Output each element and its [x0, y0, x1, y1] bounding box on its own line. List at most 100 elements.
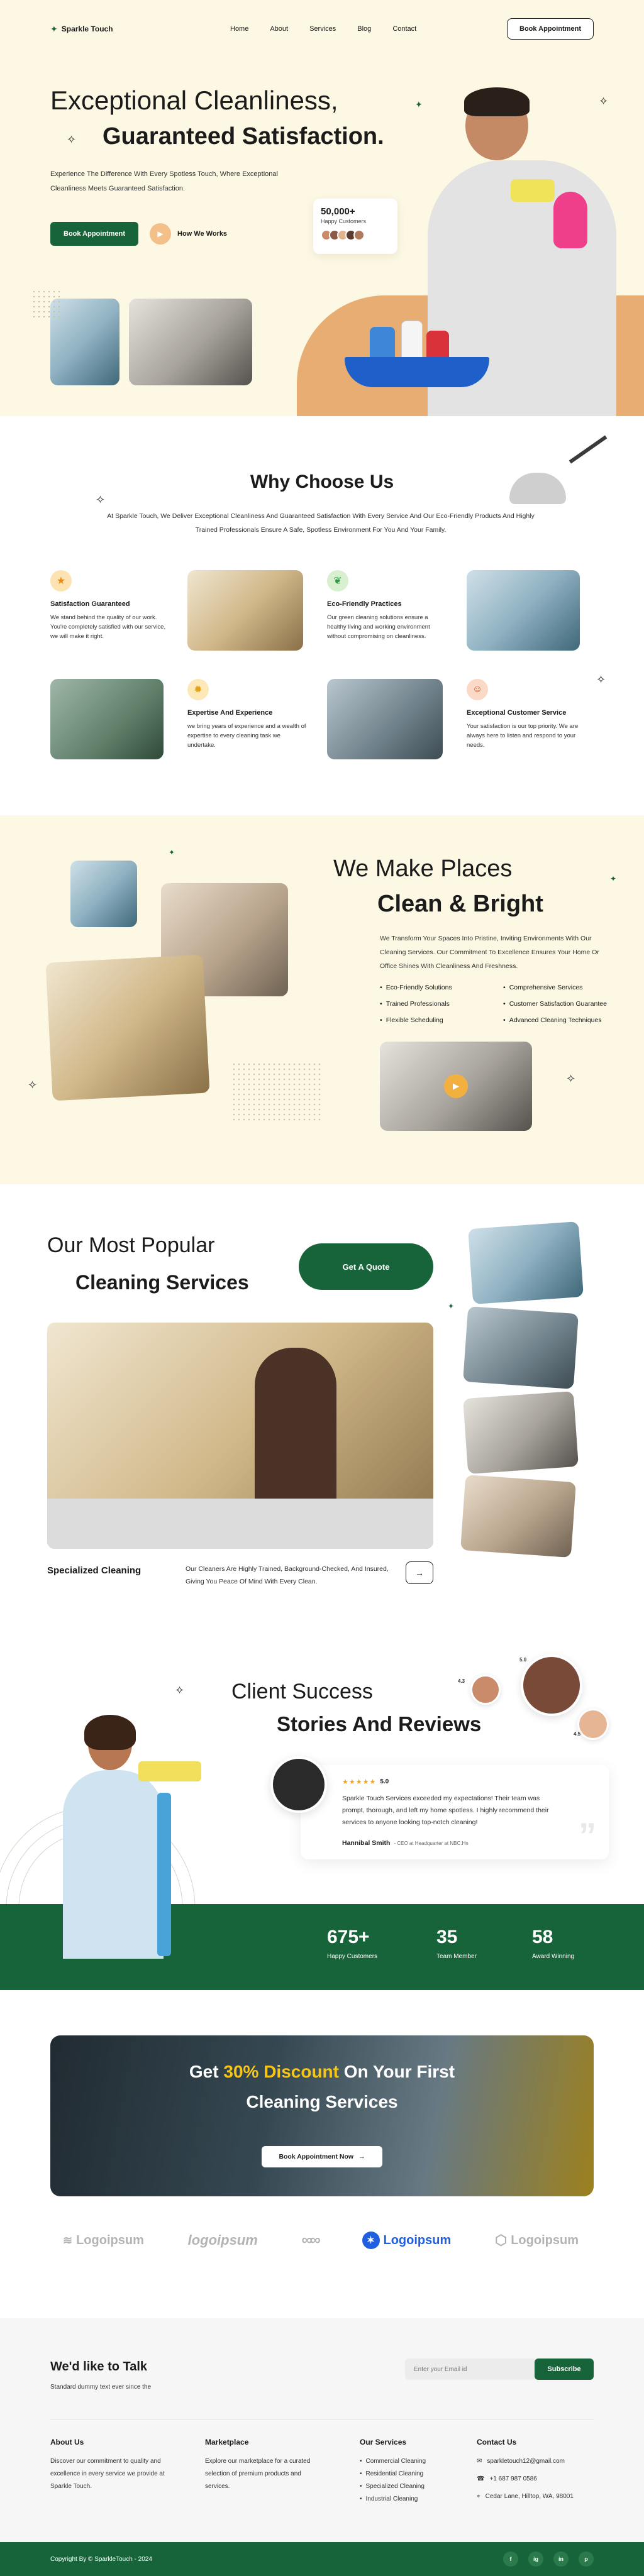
footer-marketplace: Marketplace Explore our marketplace for …	[205, 2438, 318, 2493]
nav-links: Home About Services Blog Contact	[230, 25, 416, 33]
footer-address: Cedar Lane, Hilltop, WA, 98001	[485, 2493, 574, 2500]
why-section: Why Choose Us At Sparkle Touch, We Deliv…	[0, 416, 644, 815]
social-links: f ig in p	[503, 2551, 594, 2567]
spray-bottle-icon	[511, 179, 555, 202]
feature-customer-service: ☺ Exceptional Customer Service Your sati…	[467, 679, 586, 750]
logo-mark-icon: ∞∞	[301, 2232, 321, 2248]
sparkle-deco-icon: ✦	[169, 848, 175, 857]
facebook-icon[interactable]: f	[503, 2551, 518, 2567]
nav-link-blog[interactable]: Blog	[357, 25, 371, 33]
glove-icon	[553, 192, 587, 248]
service-thumb-3[interactable]	[463, 1391, 579, 1474]
clean-title-line1: We Make Places	[333, 856, 513, 882]
nav-link-home[interactable]: Home	[230, 25, 248, 33]
email-input[interactable]	[405, 2359, 535, 2380]
footer-services-list: Commercial Cleaning Residential Cleaning…	[360, 2455, 460, 2506]
footer-service-link[interactable]: Industrial Cleaning	[360, 2493, 460, 2506]
brand-logo[interactable]: ✦ Sparkle Touch	[50, 24, 113, 35]
leaf-icon: ❦	[327, 570, 348, 592]
linkedin-icon[interactable]: in	[553, 2551, 569, 2567]
bullet-item: Comprehensive Services	[503, 984, 631, 991]
feature-photo-2	[467, 570, 580, 651]
reviewer-avatar-2[interactable]	[521, 1654, 582, 1716]
clean-photo-small	[70, 861, 137, 927]
promo-title-line2: Cleaning Services	[246, 2092, 398, 2111]
feature-photo-1	[187, 570, 303, 651]
footer-contact: Contact Us ✉ sparkletouch12@gmail.com ☎ +1…	[477, 2438, 596, 2503]
stat-value: 35	[436, 1927, 458, 1947]
vacuum-handle	[569, 435, 608, 464]
reviewer-avatar-1[interactable]	[470, 1675, 501, 1705]
footer-service-link[interactable]: Commercial Cleaning	[360, 2455, 460, 2468]
logo-mark-icon: ⬡	[495, 2232, 508, 2248]
navbar: ✦ Sparkle Touch Home About Services Blog…	[50, 18, 594, 40]
sparkle-deco-icon: ✦	[448, 1302, 455, 1311]
bullet-item: Advanced Cleaning Techniques	[503, 1016, 631, 1024]
star-rating-icon: ★★★★★	[342, 1778, 377, 1786]
promo-book-button[interactable]: Book Appointment Now →	[262, 2146, 382, 2167]
pinterest-icon[interactable]: p	[579, 2551, 594, 2567]
mail-icon: ✉	[477, 2458, 482, 2465]
footer-service-link[interactable]: Specialized Cleaning	[360, 2480, 460, 2493]
logos-section: ≋ Logoipsum logoipsum ∞∞ ✶ Logoipsum ⬡ L…	[0, 2208, 644, 2318]
logo-text: Logoipsum	[511, 2233, 579, 2247]
footer-about-title: About Us	[50, 2438, 84, 2447]
instagram-icon[interactable]: ig	[528, 2551, 543, 2567]
feature-expertise: ✹ Expertise And Experience we bring year…	[187, 679, 307, 750]
logo-text: Logoipsum	[383, 2233, 452, 2247]
person-body	[63, 1770, 164, 1959]
sparkle-deco-icon: ✧	[28, 1079, 38, 1091]
rating-badge: 4.5	[574, 1731, 581, 1737]
rating-badge: 4.3	[458, 1678, 465, 1684]
review-score: 5.0	[380, 1778, 389, 1785]
feature-text: we bring years of experience and a wealt…	[187, 723, 306, 749]
clean-photo-woman-basket	[45, 954, 210, 1101]
services-title-line1: Our Most Popular	[47, 1233, 215, 1257]
footer-email: sparkletouch12@gmail.com	[487, 2458, 565, 2465]
hero-book-button[interactable]: Book Appointment	[50, 222, 138, 246]
service-thumb-1[interactable]	[468, 1221, 584, 1304]
footer-email-row[interactable]: ✉ sparkletouch12@gmail.com	[477, 2455, 596, 2468]
footer-phone: +1 687 987 0586	[489, 2475, 537, 2482]
reviews-cleaner-illustration	[57, 1715, 220, 1981]
reviews-title-line2: Stories And Reviews	[277, 1712, 482, 1736]
nav-link-about[interactable]: About	[270, 25, 288, 33]
subscribe-button[interactable]: Subscribe	[535, 2359, 594, 2380]
footer-phone-row[interactable]: ☎ +1 687 987 0586	[477, 2473, 596, 2485]
review-author-line: Hannibal Smith - CEO at Headquarter at N…	[342, 1839, 469, 1847]
how-we-works-button[interactable]: ▶ How We Works	[150, 222, 227, 246]
hero-title-line2: Guaranteed Satisfaction.	[103, 123, 384, 150]
review-quote: Sparkle Touch Services exceeded my expec…	[342, 1795, 549, 1826]
why-subtitle: At Sparkle Touch, We Deliver Exceptional…	[107, 512, 535, 534]
nav-link-contact[interactable]: Contact	[392, 25, 416, 33]
bullet-item: Flexible Scheduling	[380, 1016, 503, 1024]
partner-logo: ✶ Logoipsum	[362, 2232, 452, 2249]
feature-photo-3	[50, 679, 164, 759]
service-thumb-2[interactable]	[463, 1306, 579, 1389]
footer-service-link[interactable]: Residential Cleaning	[360, 2468, 460, 2480]
logo-text: Logoipsum	[76, 2233, 144, 2247]
arrow-right-icon: →	[415, 1568, 424, 1578]
play-icon: ▶	[150, 223, 171, 245]
promo-overlay	[50, 2035, 594, 2196]
basket-body	[345, 357, 489, 387]
nav-book-button[interactable]: Book Appointment	[507, 18, 594, 40]
clean-bullets: Eco-Friendly Solutions Comprehensive Ser…	[380, 984, 631, 1024]
services-next-button[interactable]: →	[406, 1561, 433, 1584]
play-icon[interactable]: ▶	[444, 1074, 468, 1098]
feature-text: Your satisfaction is our top priority. W…	[467, 723, 579, 749]
services-featured-title: Specialized Cleaning	[47, 1565, 142, 1576]
get-quote-button[interactable]: Get A Quote	[299, 1243, 433, 1290]
nav-link-services[interactable]: Services	[309, 25, 336, 33]
customers-count: 50,000+	[321, 206, 355, 217]
person-hair	[84, 1715, 136, 1750]
reviewer-avatar-3[interactable]	[577, 1709, 609, 1740]
service-thumb-4[interactable]	[460, 1475, 576, 1558]
review-card: ★★★★★ 5.0 Sparkle Touch Services exceede…	[301, 1765, 609, 1859]
trophy-icon: ★	[50, 570, 72, 592]
quote-icon: ”	[579, 1815, 596, 1855]
clean-video-thumbnail[interactable]: ▶	[380, 1042, 532, 1131]
partner-logo: ∞∞	[301, 2232, 321, 2249]
hero-dot-pattern	[31, 289, 63, 321]
bullet-item: Eco-Friendly Solutions	[380, 984, 503, 991]
